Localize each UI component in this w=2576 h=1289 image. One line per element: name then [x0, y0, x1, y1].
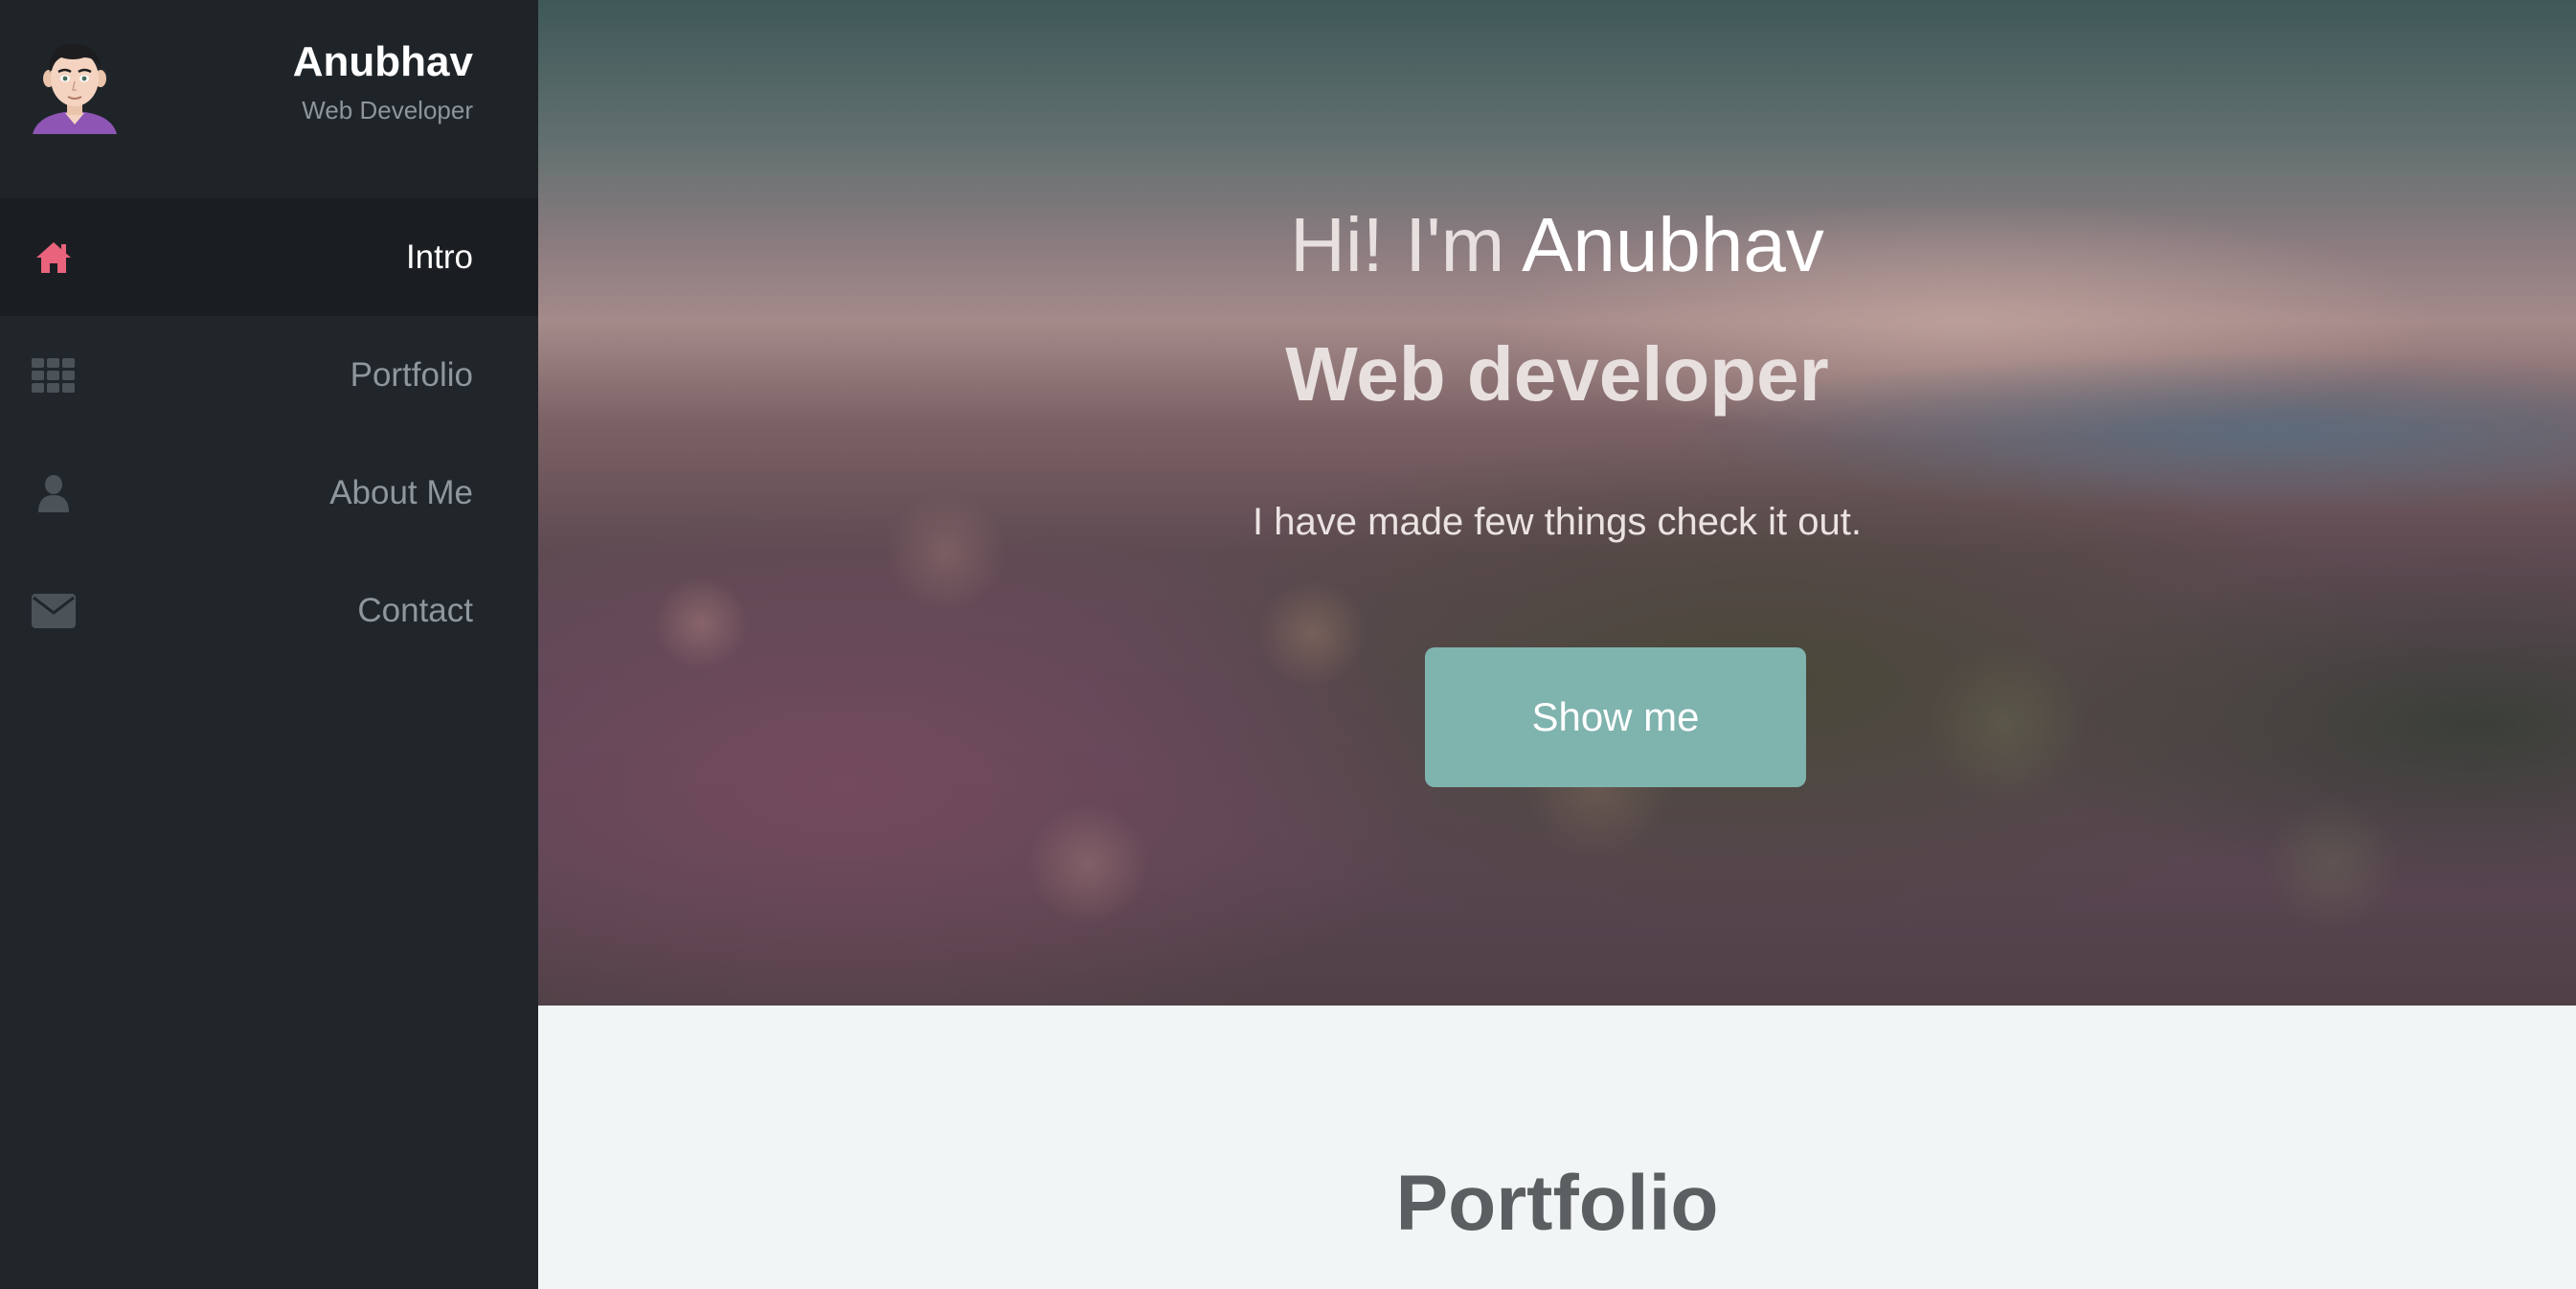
sidebar-item-label: About Me [329, 474, 473, 511]
profile-header: Anubhav Web Developer [0, 0, 538, 198]
home-icon [32, 237, 76, 278]
sidebar-item-label: Contact [357, 592, 473, 629]
avatar [29, 36, 121, 134]
sidebar-item-portfolio[interactable]: Portfolio [0, 316, 538, 434]
hero-name: Anubhav [1522, 202, 1824, 287]
portfolio-section: Portfolio [538, 1006, 2576, 1289]
hero-tagline: I have made few things check it out. [1253, 501, 1862, 543]
show-me-button[interactable]: Show me [1425, 647, 1806, 787]
sidebar-item-intro[interactable]: Intro [0, 198, 538, 316]
profile-name: Anubhav [292, 38, 473, 85]
hero-section: Hi! I'm Anubhav Web developer I have mad… [538, 0, 2576, 1006]
sidebar-nav: Intro Portfolio About Me Contact [0, 198, 538, 669]
hero-subtitle: Web developer [1285, 331, 1829, 417]
sidebar-item-label: Portfolio [350, 356, 473, 394]
sidebar-item-contact[interactable]: Contact [0, 552, 538, 669]
sidebar: Anubhav Web Developer Intro Portfolio Ab… [0, 0, 538, 1289]
hero-greeting: Hi! I'm [1290, 202, 1523, 287]
profile-role: Web Developer [302, 96, 473, 124]
page: Anubhav Web Developer Intro Portfolio Ab… [0, 0, 2576, 1289]
user-icon [32, 473, 76, 513]
envelope-icon [32, 591, 76, 631]
hero-title: Hi! I'm Anubhav [538, 201, 2576, 289]
sidebar-item-label: Intro [405, 238, 473, 276]
portfolio-title: Portfolio [1395, 1160, 1719, 1247]
sidebar-item-about-me[interactable]: About Me [0, 434, 538, 552]
grid-icon [32, 355, 76, 396]
